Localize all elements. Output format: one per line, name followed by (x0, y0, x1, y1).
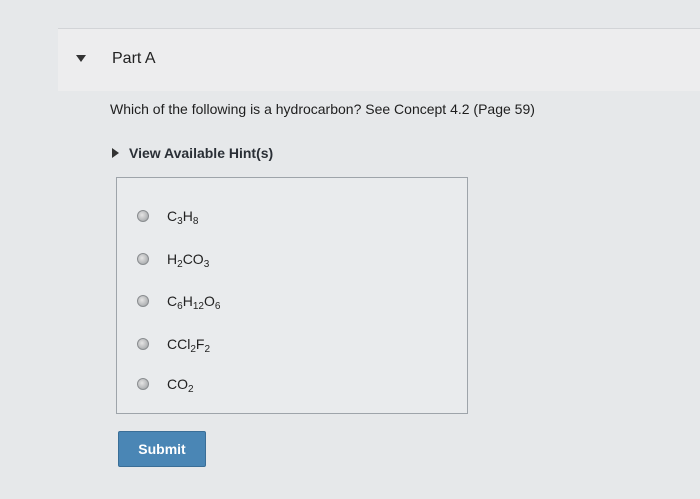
view-hints-label: View Available Hint(s) (129, 145, 274, 161)
choice-label: CCl2F2 (167, 336, 211, 355)
radio-button[interactable] (137, 210, 149, 222)
part-title: Part A (112, 50, 156, 67)
radio-button[interactable] (137, 295, 149, 307)
answer-choices: C3H8 H2CO3 C6H12O6 CCl2F2 CO2 (116, 177, 468, 414)
radio-button[interactable] (137, 253, 149, 265)
choice-option[interactable]: C3H8 (137, 205, 198, 227)
choice-label: CO2 (167, 376, 194, 395)
choice-option[interactable]: H2CO3 (137, 248, 209, 270)
view-hints-link[interactable]: View Available Hint(s) (112, 145, 273, 161)
choice-option[interactable]: C6H12O6 (137, 290, 220, 312)
caret-right-icon (112, 148, 119, 158)
choice-label: C3H8 (167, 208, 199, 227)
choice-option[interactable]: CCl2F2 (137, 333, 210, 355)
caret-down-icon[interactable] (76, 55, 86, 62)
part-header[interactable]: Part A (58, 28, 700, 91)
radio-button[interactable] (137, 378, 149, 390)
choice-option[interactable]: CO2 (137, 373, 194, 395)
submit-button[interactable]: Submit (118, 431, 206, 467)
question-text: Which of the following is a hydrocarbon?… (110, 101, 535, 117)
choice-label: C6H12O6 (167, 293, 221, 312)
choice-label: H2CO3 (167, 251, 210, 270)
radio-button[interactable] (137, 338, 149, 350)
